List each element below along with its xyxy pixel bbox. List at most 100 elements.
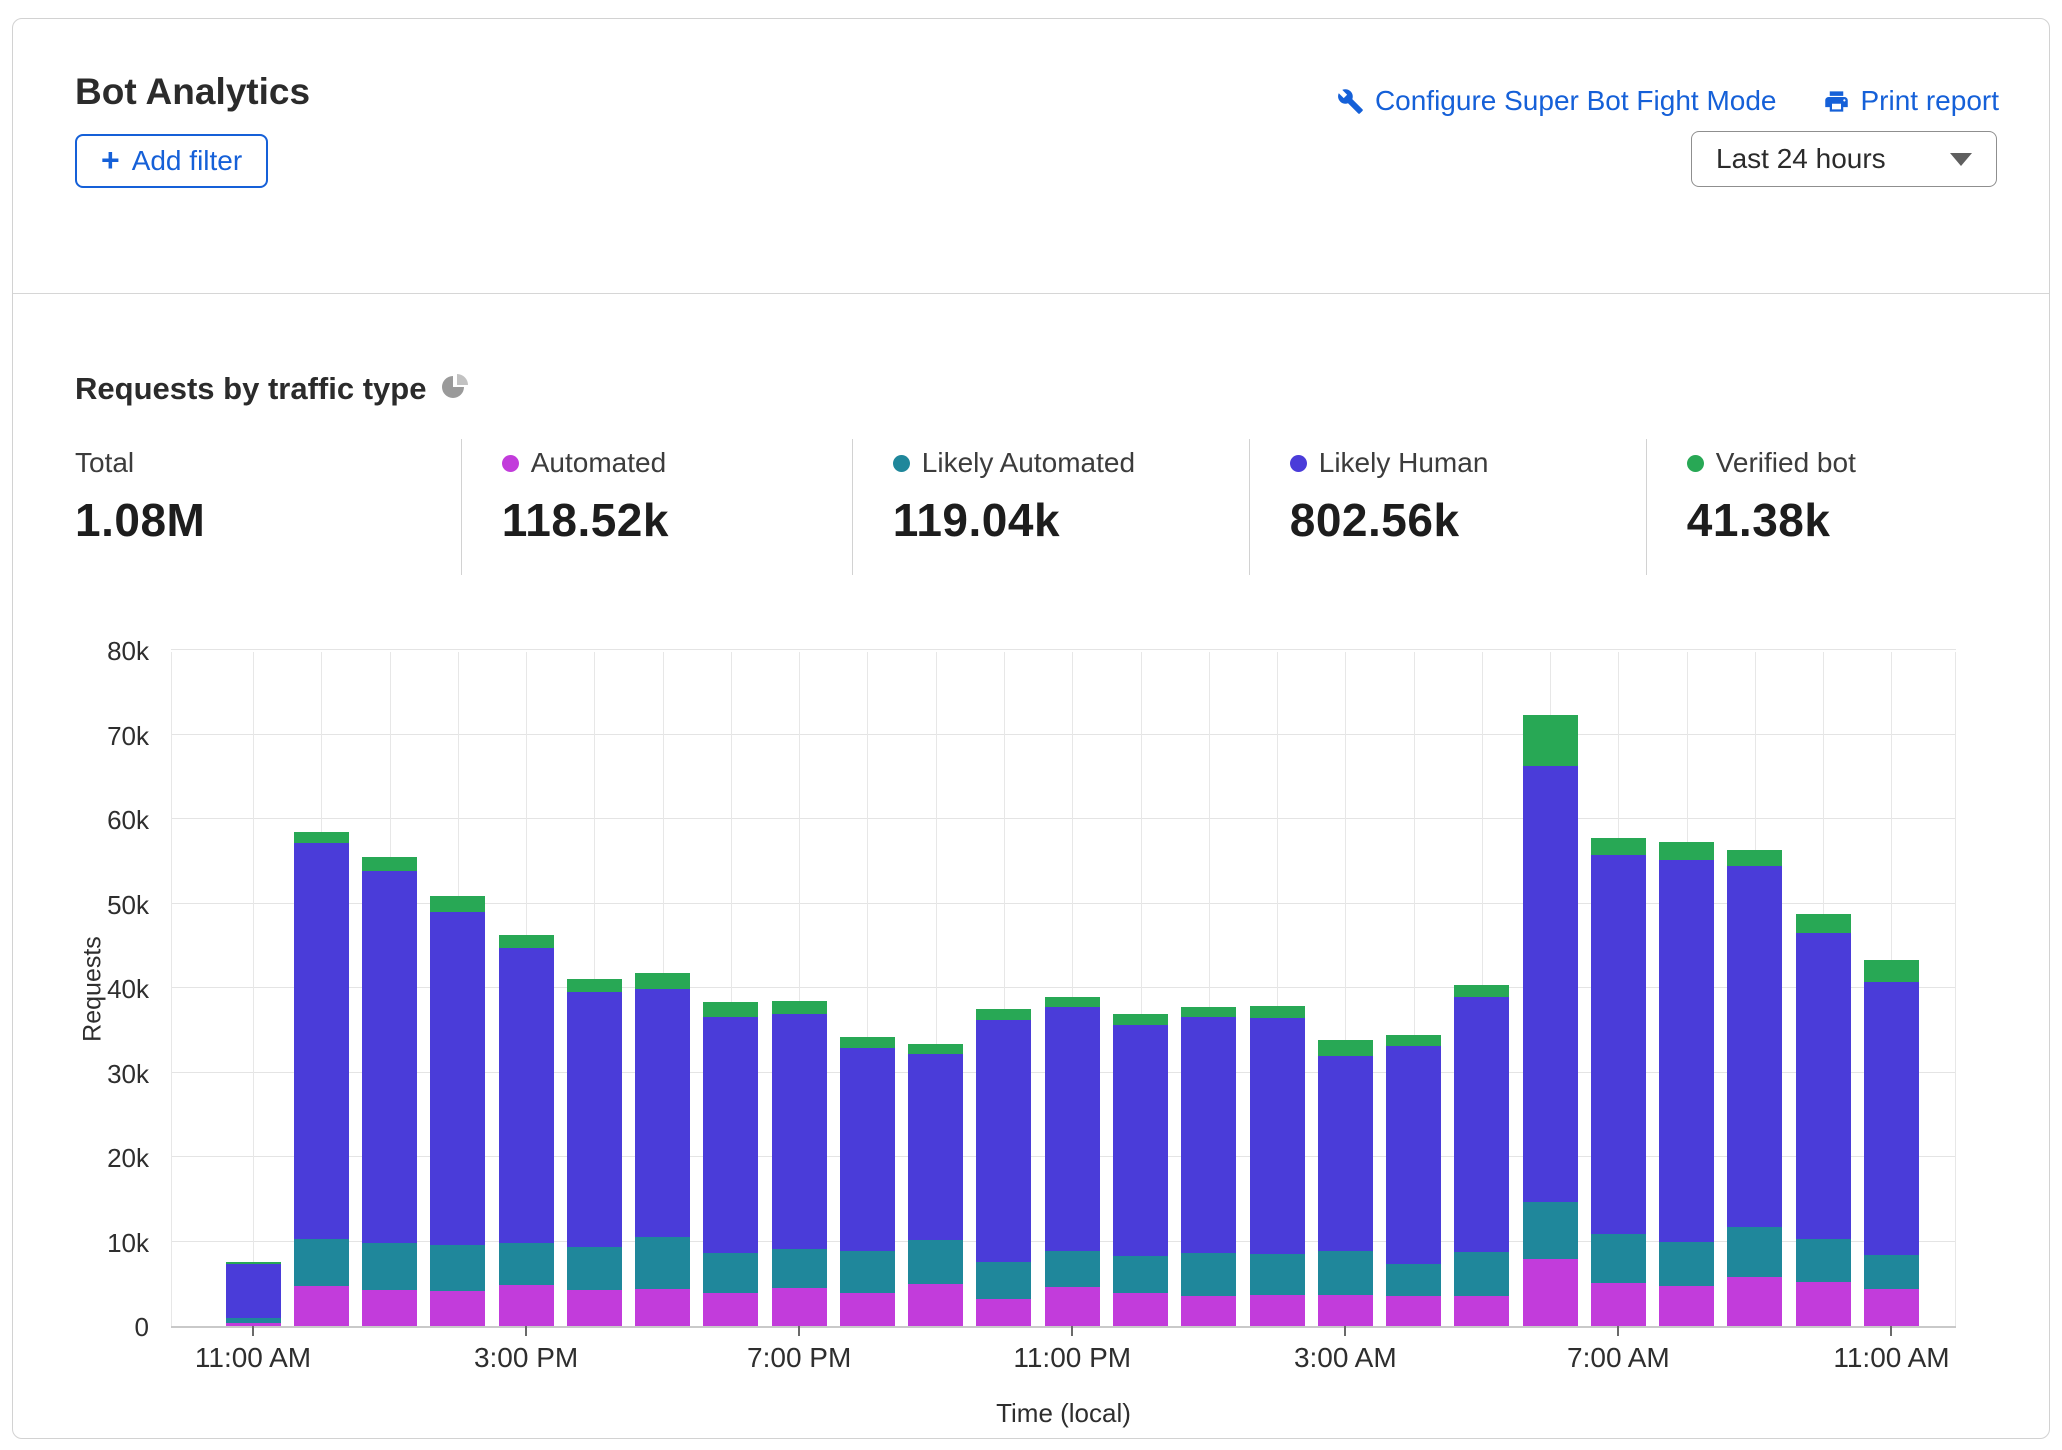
stat-label: Likely Automated <box>921 447 1136 478</box>
stacked-bar-hour-0[interactable] <box>225 1261 281 1326</box>
stacked-bar-hour-19[interactable] <box>1522 715 1578 1326</box>
stat-label: Total <box>75 447 135 478</box>
bar-segment-likely-automated <box>771 1249 827 1288</box>
bar-segment-likely-human <box>1863 982 1919 1256</box>
x-tick <box>1344 1326 1347 1336</box>
requests-stacked-bar-chart: Requests Time (local) 0 10k 20k 30k 40k 50k 60… <box>79 636 1956 1428</box>
stacked-bar-hour-8[interactable] <box>771 1000 827 1326</box>
bar-segment-verified-bot <box>566 978 622 993</box>
stacked-bar-hour-21[interactable] <box>1659 841 1715 1326</box>
stacked-bar-hour-12[interactable] <box>1044 997 1100 1326</box>
stacked-bar-hour-1[interactable] <box>293 831 349 1326</box>
stacked-bar-hour-10[interactable] <box>908 1043 964 1326</box>
configure-link-label: Configure Super Bot Fight Mode <box>1374 85 1777 116</box>
stacked-bar-hour-2[interactable] <box>362 857 418 1326</box>
bar-segment-automated <box>1113 1293 1168 1326</box>
stacked-bar-hour-4[interactable] <box>498 934 554 1326</box>
y-tick-label: 10k <box>107 1227 149 1258</box>
legend-dot <box>1686 454 1704 472</box>
stacked-bar-hour-11[interactable] <box>976 1009 1032 1326</box>
bar-segment-verified-bot <box>430 895 486 912</box>
bar-segment-likely-human <box>225 1264 281 1318</box>
stat-value: 1.08M <box>75 494 206 546</box>
bar-segment-automated <box>703 1293 759 1326</box>
bar-segment-likely-human <box>703 1016 759 1254</box>
stacked-bar-hour-7[interactable] <box>703 1002 759 1326</box>
stacked-bar-hour-23[interactable] <box>1795 913 1851 1326</box>
bar-segment-likely-automated <box>1317 1250 1373 1295</box>
configure-super-bot-fight-mode-link[interactable]: Configure Super Bot Fight Mode <box>1337 85 1777 117</box>
print-link-label: Print report <box>1860 85 2000 116</box>
bar-segment-likely-human <box>1181 1016 1237 1254</box>
stacked-bar-hour-22[interactable] <box>1727 850 1783 1326</box>
stat-likely-automated[interactable]: Likely Automated 119.04k <box>851 439 1249 575</box>
stat-value: 41.38k <box>1686 494 1831 546</box>
stacked-bar-hour-9[interactable] <box>839 1037 895 1326</box>
bar-segment-automated <box>1044 1287 1100 1326</box>
bar-segment-verified-bot <box>1454 985 1510 998</box>
bar-segment-likely-human <box>635 988 691 1238</box>
bar-segment-likely-automated <box>1795 1238 1851 1283</box>
bar-segment-automated <box>1522 1259 1578 1326</box>
stacked-bar-hour-20[interactable] <box>1590 838 1646 1326</box>
y-tick-label: 70k <box>107 720 149 751</box>
bar-segment-automated <box>1454 1295 1510 1326</box>
stacked-bar-hour-6[interactable] <box>635 972 691 1326</box>
bar-segment-likely-automated <box>1727 1227 1783 1277</box>
bar-segment-automated <box>498 1284 554 1326</box>
bar-segment-likely-automated <box>362 1243 418 1290</box>
bar-segment-automated <box>908 1283 964 1326</box>
h-gridline <box>171 733 1956 735</box>
stacked-bar-hour-17[interactable] <box>1386 1034 1442 1326</box>
stacked-bar-hour-14[interactable] <box>1181 1006 1237 1326</box>
x-tick-label: 11:00 PM <box>1013 1342 1132 1373</box>
header-divider <box>13 293 2049 294</box>
stacked-bar-hour-15[interactable] <box>1249 1005 1305 1326</box>
bar-segment-verified-bot <box>498 934 554 949</box>
bar-segment-likely-automated <box>1659 1242 1715 1287</box>
bar-segment-verified-bot <box>1181 1006 1237 1017</box>
bar-segment-likely-human <box>430 911 486 1245</box>
v-gridline <box>1955 652 1956 1326</box>
stat-likely-human[interactable]: Likely Human 802.56k <box>1248 439 1646 575</box>
bar-segment-likely-human <box>1659 860 1715 1243</box>
stat-total[interactable]: Total 1.08M <box>75 439 461 575</box>
bar-segment-likely-automated <box>293 1238 349 1287</box>
bar-segment-likely-human <box>1522 765 1578 1202</box>
stacked-bar-hour-18[interactable] <box>1454 985 1510 1326</box>
bar-segment-likely-automated <box>430 1244 486 1292</box>
h-gridline <box>171 649 1956 650</box>
stat-verified-bot[interactable]: Verified bot 41.38k <box>1645 439 2013 575</box>
add-filter-button[interactable]: + Add filter <box>75 134 269 188</box>
stacked-bar-hour-3[interactable] <box>430 895 486 1326</box>
bar-segment-automated <box>293 1286 349 1326</box>
print-report-link[interactable]: Print report <box>1823 85 2000 117</box>
stacked-bar-hour-13[interactable] <box>1113 1014 1168 1326</box>
bar-segment-likely-human <box>1044 1007 1100 1251</box>
bar-segment-verified-bot <box>976 1009 1032 1021</box>
bar-segment-likely-automated <box>1863 1255 1919 1289</box>
bar-segment-automated <box>362 1289 418 1326</box>
bar-segment-likely-human <box>1113 1025 1168 1256</box>
stat-automated[interactable]: Automated 118.52k <box>460 439 852 575</box>
bar-segment-likely-human <box>1386 1046 1442 1265</box>
bar-segment-verified-bot <box>635 972 691 989</box>
y-tick-label: 80k <box>107 636 149 666</box>
x-tick <box>1071 1326 1074 1336</box>
bar-segment-verified-bot <box>839 1037 895 1048</box>
bar-segment-automated <box>1863 1288 1919 1326</box>
stacked-bar-hour-16[interactable] <box>1317 1040 1373 1326</box>
bar-segment-likely-automated <box>566 1247 622 1290</box>
stacked-bar-hour-24[interactable] <box>1863 960 1919 1326</box>
x-tick-label: 3:00 PM <box>473 1342 579 1373</box>
stat-label: Likely Human <box>1318 447 1489 478</box>
bar-segment-verified-bot <box>771 1000 827 1015</box>
bar-segment-verified-bot <box>1590 838 1646 856</box>
y-tick-label: 0 <box>134 1312 149 1342</box>
bot-analytics-card: Bot Analytics Configure Super Bot Fight … <box>12 18 2050 1439</box>
time-range-value: Last 24 hours <box>1716 143 1886 174</box>
time-range-dropdown[interactable]: Last 24 hours <box>1691 131 1997 187</box>
stacked-bar-hour-5[interactable] <box>566 978 622 1326</box>
bar-segment-verified-bot <box>293 831 349 843</box>
bar-segment-automated <box>1386 1295 1442 1326</box>
